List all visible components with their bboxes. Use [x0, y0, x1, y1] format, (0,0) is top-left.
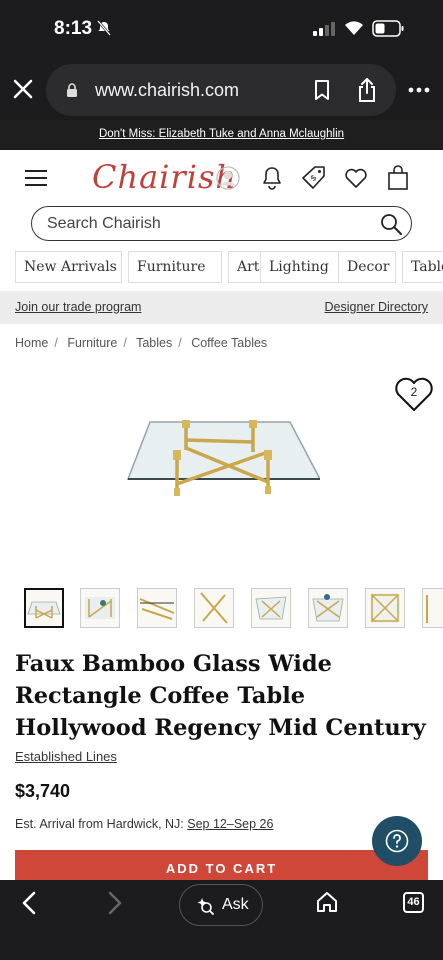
promo-link[interactable]: Don't Miss: Elizabeth Tuke and Anna Mcla…	[99, 128, 344, 140]
search-bar[interactable]	[31, 206, 412, 241]
arrival-dates-link[interactable]: Sep 12–Sep 26	[187, 817, 273, 831]
menu-icon[interactable]	[25, 170, 47, 188]
seller-link[interactable]: Established Lines	[15, 749, 117, 764]
category-lighting[interactable]: Lighting	[260, 251, 344, 283]
category-table[interactable]: Table	[402, 251, 443, 283]
thumbnail[interactable]	[365, 588, 405, 628]
category-furniture[interactable]: Furniture	[128, 251, 222, 283]
favorite-button[interactable]: 2	[394, 374, 434, 414]
tab-count-button[interactable]: 46	[403, 892, 424, 913]
search-icon[interactable]	[379, 212, 403, 236]
favorites-heart-icon[interactable]	[344, 165, 368, 191]
bookmark-icon[interactable]	[314, 80, 330, 100]
ask-label: Ask	[222, 896, 249, 913]
svg-text:$: $	[309, 173, 319, 183]
designer-directory-link[interactable]: Designer Directory	[324, 300, 428, 314]
breadcrumb: Home / Furniture / Tables / Coffee Tables	[15, 336, 268, 350]
add-to-cart-button[interactable]: ADD TO CART	[15, 850, 428, 880]
site-header: Chairish $	[0, 150, 443, 206]
silent-bell-icon	[97, 20, 111, 36]
web-page: Chairish $ New Arrivals	[0, 150, 443, 880]
arrival-label: Est. Arrival from Hardwick, NJ:	[15, 817, 184, 831]
breadcrumb-home[interactable]: Home	[15, 336, 48, 350]
trade-bar: Join our trade program Designer Director…	[0, 291, 443, 324]
back-arrow-icon[interactable]	[20, 891, 38, 915]
wifi-icon	[345, 21, 363, 35]
category-nav: New Arrivals Furniture Art Lighting Deco…	[15, 251, 443, 285]
favorite-count: 2	[410, 385, 418, 399]
thumbnail[interactable]	[422, 588, 443, 628]
more-options-icon[interactable]	[408, 87, 430, 93]
status-time: 8:13	[54, 18, 93, 39]
thumbnail[interactable]	[251, 588, 291, 628]
sparkle-search-icon	[197, 898, 214, 915]
thumbnail-strip	[24, 588, 443, 630]
battery-icon	[372, 20, 404, 37]
breadcrumb-tables[interactable]: Tables	[136, 336, 172, 350]
browser-address-bar: www.chairish.com	[0, 60, 443, 120]
share-icon[interactable]	[357, 78, 377, 102]
close-icon[interactable]	[12, 78, 34, 100]
thumbnail[interactable]	[308, 588, 348, 628]
promo-banner[interactable]: Don't Miss: Elizabeth Tuke and Anna Mcla…	[0, 120, 443, 150]
estimated-arrival: Est. Arrival from Hardwick, NJ: Sep 12–S…	[15, 817, 273, 831]
cellular-signal-icon	[313, 22, 335, 36]
search-input[interactable]	[47, 213, 367, 235]
thumbnail[interactable]	[24, 588, 64, 628]
status-bar: 8:13	[0, 0, 443, 60]
trade-program-link[interactable]: Join our trade program	[15, 300, 141, 314]
product-title: Faux Bamboo Glass Wide Rectangle Coffee …	[15, 651, 426, 741]
product-main-image[interactable]	[120, 412, 320, 522]
url-field[interactable]: www.chairish.com	[46, 64, 396, 116]
url-text: www.chairish.com	[95, 80, 240, 100]
price-tag-icon[interactable]: $	[302, 165, 326, 191]
breadcrumb-coffee-tables[interactable]: Coffee Tables	[191, 336, 267, 350]
forward-arrow-icon[interactable]	[106, 891, 124, 915]
thumbnail[interactable]	[137, 588, 177, 628]
shopping-bag-icon[interactable]	[386, 165, 410, 191]
product-price: $3,740	[15, 781, 71, 801]
category-decor[interactable]: Decor	[338, 251, 396, 283]
thumbnail[interactable]	[80, 588, 120, 628]
lock-icon	[67, 83, 77, 97]
home-icon[interactable]	[316, 891, 338, 913]
category-new-arrivals[interactable]: New Arrivals	[15, 251, 122, 283]
browser-toolbar: Ask 46	[0, 880, 443, 960]
account-avatar-icon[interactable]	[216, 165, 240, 191]
notification-bell-icon[interactable]	[260, 165, 284, 191]
ask-button[interactable]: Ask	[179, 884, 263, 926]
help-button[interactable]	[372, 816, 422, 866]
help-question-icon	[385, 829, 409, 853]
thumbnail[interactable]	[194, 588, 234, 628]
breadcrumb-furniture[interactable]: Furniture	[67, 336, 117, 350]
